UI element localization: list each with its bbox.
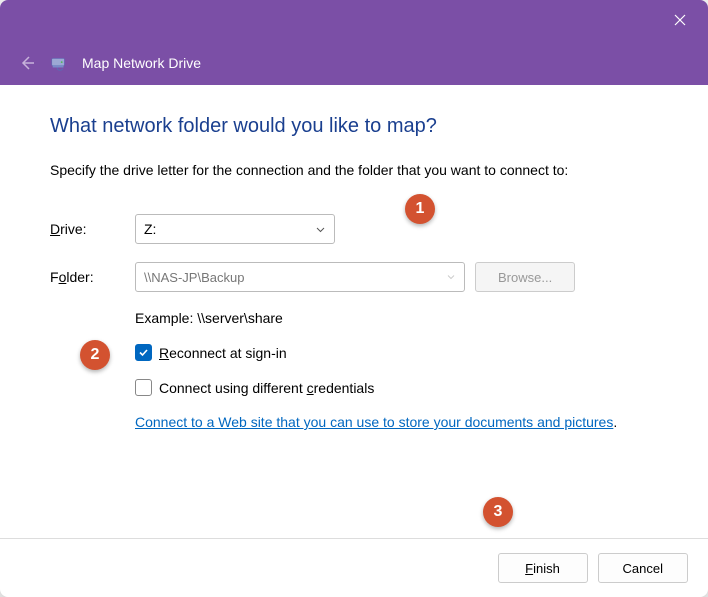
finish-button[interactable]: Finish: [498, 553, 588, 583]
dialog-window: Map Network Drive What network folder wo…: [0, 0, 708, 597]
website-link[interactable]: Connect to a Web site that you can use t…: [135, 414, 613, 430]
titlebar: [0, 0, 708, 40]
annotation-badge-2: 2: [80, 340, 110, 370]
page-subtitle: Specify the drive letter for the connect…: [50, 162, 663, 178]
annotation-badge-1: 1: [405, 194, 435, 224]
credentials-row: Connect using different credentials: [135, 379, 663, 396]
checkmark-icon: [138, 347, 149, 358]
close-icon: [674, 14, 686, 26]
credentials-checkbox[interactable]: [135, 379, 152, 396]
chevron-down-icon: [446, 272, 456, 282]
reconnect-row: 2 Reconnect at sign-in: [135, 344, 663, 361]
reconnect-label: Reconnect at sign-in: [159, 345, 287, 361]
cancel-button[interactable]: Cancel: [598, 553, 688, 583]
back-button[interactable]: [18, 54, 36, 72]
reconnect-checkbox[interactable]: [135, 344, 152, 361]
chevron-down-icon: [315, 224, 326, 235]
example-text: Example: \\server\share: [135, 310, 663, 326]
toolbar: Map Network Drive: [0, 40, 708, 85]
drive-value: Z:: [144, 221, 156, 237]
page-heading: What network folder would you like to ma…: [50, 115, 663, 138]
folder-label: Folder:: [50, 269, 135, 285]
annotation-badge-3: 3: [483, 497, 513, 527]
toolbar-title: Map Network Drive: [82, 55, 201, 71]
folder-value: \\NAS-JP\Backup: [144, 270, 244, 285]
browse-button[interactable]: Browse...: [475, 262, 575, 292]
credentials-label: Connect using different credentials: [159, 380, 374, 396]
back-arrow-icon: [18, 54, 36, 72]
footer: 3 Finish Cancel: [0, 538, 708, 597]
network-drive-icon: [50, 54, 68, 72]
drive-select[interactable]: Z:: [135, 214, 335, 244]
close-button[interactable]: [664, 4, 696, 36]
drive-label: Drive:: [50, 221, 135, 237]
folder-combobox[interactable]: \\NAS-JP\Backup: [135, 262, 465, 292]
folder-row: Folder: \\NAS-JP\Backup Browse...: [50, 262, 663, 292]
content-area: What network folder would you like to ma…: [0, 85, 708, 538]
link-row: Connect to a Web site that you can use t…: [135, 414, 663, 432]
drive-row: Drive: Z: 1: [50, 214, 663, 244]
